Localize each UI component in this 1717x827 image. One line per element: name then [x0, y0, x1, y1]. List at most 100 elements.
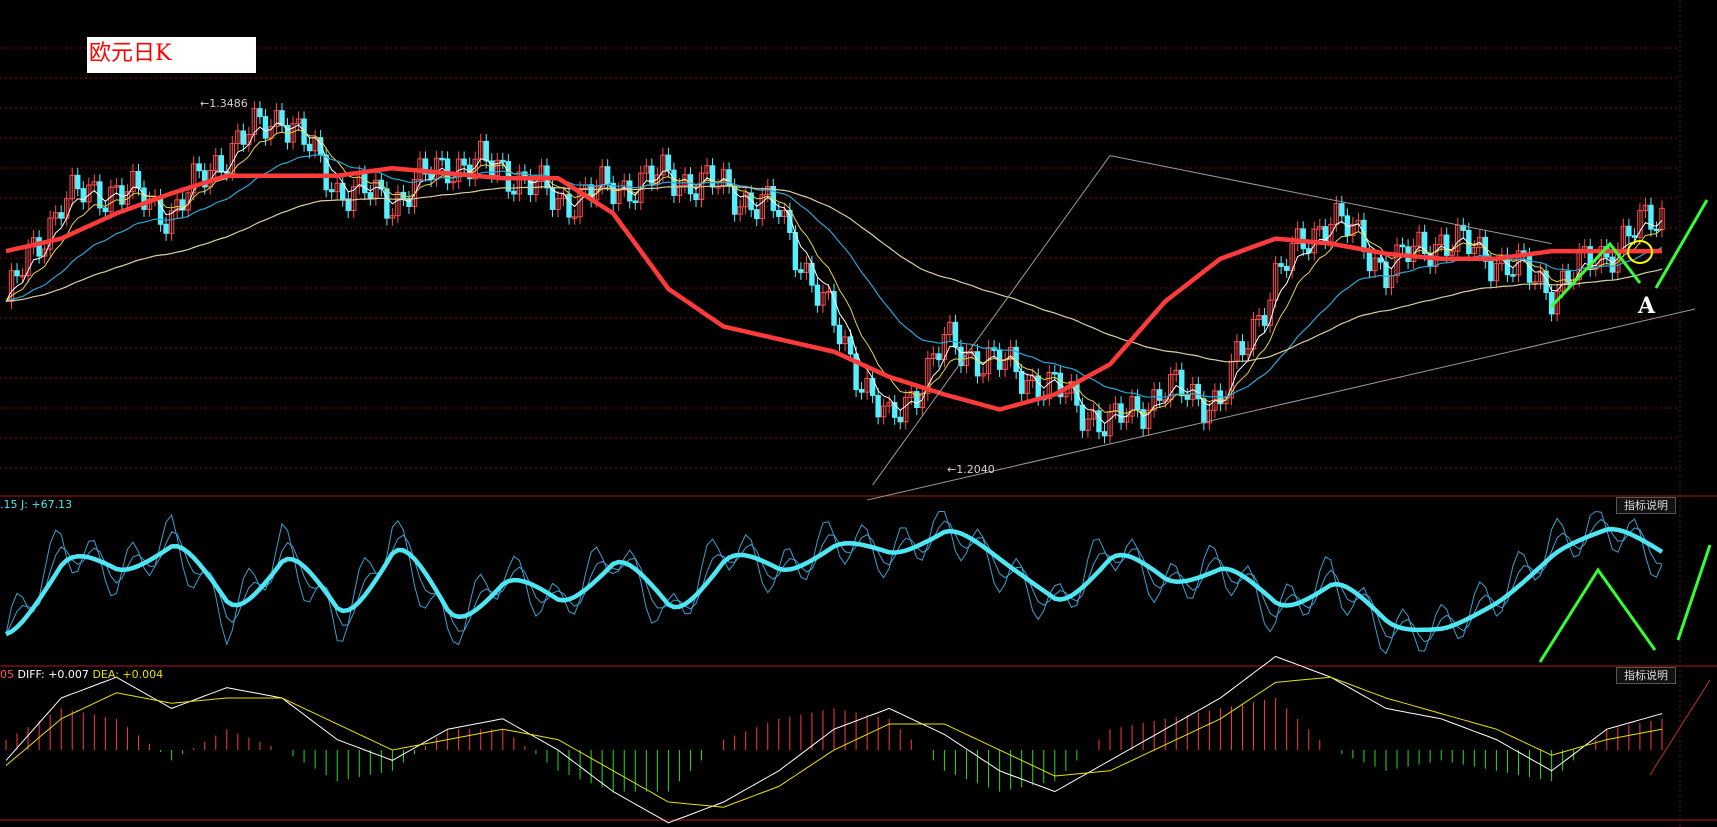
- candle-body: [1377, 257, 1384, 263]
- candle-body: [798, 269, 804, 273]
- title-box: 欧元日K: [87, 37, 256, 73]
- candle-body: [1239, 341, 1246, 356]
- high-price-annotation: ←1.3486: [200, 97, 248, 110]
- candle-body: [836, 324, 843, 345]
- candle-body: [306, 143, 313, 152]
- candle-body: [1101, 431, 1108, 437]
- candle-body: [461, 158, 467, 166]
- low-price-annotation: ←1.2040: [947, 463, 995, 476]
- candle-body: [847, 336, 854, 355]
- chart-canvas: [0, 0, 1717, 827]
- candle-body: [483, 140, 489, 162]
- high-price-value: 1.3486: [209, 97, 248, 110]
- moving-averages: [5, 122, 1696, 501]
- candle-body: [362, 172, 368, 194]
- candle-body: [1283, 265, 1290, 271]
- kdj-j-value: J: +67.13: [21, 498, 73, 511]
- candle-body: [1156, 389, 1163, 401]
- candle-body: [858, 389, 865, 393]
- candle-body: [1134, 396, 1141, 411]
- candle-body: [1018, 371, 1025, 394]
- candle-body: [257, 108, 263, 118]
- candle-body: [36, 237, 42, 257]
- candle-body: [1488, 260, 1494, 282]
- candle-body: [1096, 410, 1102, 433]
- kdj-d-line: [5, 518, 1663, 643]
- candle-body: [1444, 234, 1450, 256]
- kdj-help-button[interactable]: 指标说明: [1616, 497, 1676, 514]
- candle-body: [1399, 244, 1406, 248]
- candle-body: [1261, 315, 1268, 326]
- chart-title: 欧元日K: [89, 41, 172, 66]
- macd-diff-value: DIFF: +0.007: [17, 668, 89, 681]
- candle-body: [1052, 372, 1058, 375]
- candle-body: [58, 212, 64, 219]
- candle-body: [1278, 263, 1284, 267]
- candle-body: [323, 154, 329, 191]
- grid-lines: [0, 0, 1717, 827]
- candle-body: [1626, 225, 1632, 237]
- macd-dea-value: DEA: +0.004: [92, 668, 164, 681]
- candle-body: [500, 159, 506, 163]
- ma30-line: [5, 154, 1663, 398]
- candle-body: [1510, 274, 1516, 277]
- candle-body: [262, 116, 269, 139]
- candle-body: [604, 166, 611, 184]
- kdj-prefix: .15: [0, 498, 18, 511]
- kdj-legend: .15 J: +67.13: [0, 498, 72, 512]
- macd-prefix: 05: [0, 668, 14, 681]
- candle-body: [1565, 270, 1571, 283]
- candle-body: [875, 394, 881, 418]
- point-a-label: A: [1638, 293, 1656, 319]
- candle-body: [328, 189, 335, 193]
- candle-body: [1079, 404, 1086, 431]
- low-price-value: 1.2040: [956, 463, 995, 476]
- candle-body: [1339, 203, 1345, 217]
- green-up-arrow-kdj: [1676, 544, 1712, 641]
- green-v-annotation-kdj: [1538, 567, 1657, 663]
- candle-body: [754, 209, 760, 220]
- candle-body: [731, 185, 738, 215]
- green-up-arrow-price: [1654, 199, 1709, 289]
- candle-body: [218, 155, 224, 173]
- ma80-line: [5, 185, 1663, 363]
- candle-body: [384, 188, 390, 219]
- candle-body: [776, 209, 782, 217]
- candle-body: [831, 290, 837, 326]
- macd-help-button[interactable]: 指标说明: [1616, 667, 1676, 684]
- kdj-lines: [5, 510, 1664, 655]
- candle-body: [1035, 375, 1041, 399]
- candle-body: [897, 416, 903, 423]
- candle-body: [135, 170, 142, 189]
- candle-body: [240, 130, 247, 145]
- candle-body: [196, 163, 202, 172]
- candle-body: [693, 193, 699, 201]
- candle-body: [814, 284, 821, 306]
- candle-body: [665, 154, 672, 171]
- candle-body: [119, 185, 125, 205]
- candle-body: [1653, 228, 1660, 232]
- candle-body: [1631, 235, 1638, 238]
- candle-body: [439, 157, 445, 161]
- candle-body: [163, 223, 169, 234]
- macd-legend: 05 DIFF: +0.007 DEA: +0.004: [0, 668, 163, 682]
- candle-body: [14, 270, 20, 277]
- candle-body: [1184, 395, 1190, 400]
- candle-body: [952, 321, 959, 348]
- candle-body: [1179, 369, 1185, 397]
- candle-body: [511, 190, 517, 195]
- candle-body: [367, 192, 374, 199]
- candle-body: [566, 193, 572, 218]
- candle-body: [974, 351, 981, 377]
- candle-body: [709, 165, 716, 188]
- ma5-line: [5, 122, 1663, 425]
- macd-histogram: [5, 655, 1663, 824]
- candlesticks: [8, 101, 1665, 444]
- candle-body: [75, 174, 81, 190]
- candle-body: [428, 173, 434, 180]
- ma10-line: [5, 129, 1663, 415]
- candle-body: [179, 199, 186, 211]
- candle-body: [1366, 250, 1373, 272]
- kdj-k-line: [5, 526, 1664, 637]
- hand-drawn-annotations: [1538, 199, 1712, 776]
